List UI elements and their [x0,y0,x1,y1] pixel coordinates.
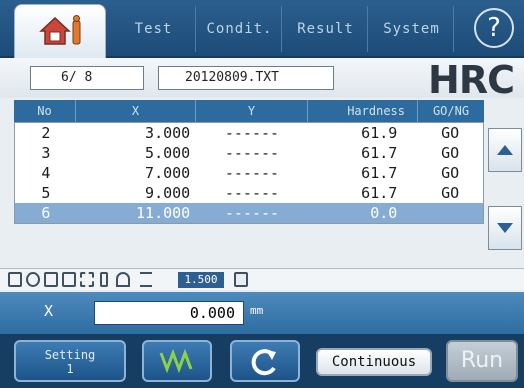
cell-hardness: 61.9 [361,124,398,142]
cell-hardness: 61.7 [361,184,398,202]
table-icon [44,272,58,287]
tab-condit[interactable]: Condit. [198,6,282,52]
col-hardness: Hardness [308,100,418,122]
x-label: X [44,302,54,320]
cell-gong: GO [441,124,460,142]
table-header: No X Y Hardness GO/NG [14,100,484,122]
x-unit: mm [250,304,264,317]
target-icon [26,272,40,287]
waveform-button[interactable] [142,340,212,382]
file-info-row: 6/ 8 20120809.TXT HRC [0,58,524,102]
cell-no: 6 [41,204,51,222]
scroll-down-button[interactable] [488,206,522,250]
table-row[interactable]: 4 7.000 ------ 61.7 GO [15,163,483,183]
table-row[interactable]: 2 3.000 ------ 61.9 GO [15,123,483,143]
home-tab[interactable] [14,4,106,58]
col-no: No [14,100,76,122]
status-row: 1.500 [0,268,524,290]
table-row[interactable]: 3 5.000 ------ 61.7 GO [15,143,483,163]
cell-gong: GO [441,184,460,202]
rotate-icon [251,349,276,376]
tab-system[interactable]: System [370,6,454,52]
x-value-field[interactable]: 0.000 [94,301,244,325]
setting-label: Setting [44,348,96,362]
tab-test[interactable]: Test [112,6,196,52]
cell-no: 4 [41,164,51,182]
lens-icon [116,272,130,287]
help-button[interactable]: ? [474,8,514,48]
rotate-button[interactable] [230,340,300,382]
expand-icon[interactable] [234,272,248,287]
grid-icon [80,272,94,287]
x-position-row: X 0.000 mm [0,292,524,334]
col-gong: GO/NG [432,104,470,118]
top-tab-bar: Test Condit. Result System ? [0,0,524,58]
table-row[interactable]: 5 9.000 ------ 61.7 GO [15,183,483,203]
cell-gong: GO [441,164,460,182]
col-x: X [76,100,196,122]
cell-x: 3.000 [145,124,191,142]
cell-y: ------ [224,144,280,162]
zoom-value: 1.500 [178,272,224,288]
cell-no: 2 [41,124,51,142]
cell-x: 5.000 [145,144,191,162]
table-row-selected[interactable]: 6 11.000 ------ 0.0 [15,203,483,223]
scroll-up-button[interactable] [488,128,522,172]
cell-y: ------ [224,204,280,222]
cell-x: 9.000 [145,184,191,202]
arrow-up-icon [497,145,513,155]
cell-y: ------ [224,184,280,202]
setting-number: 1 [66,362,74,376]
cell-hardness: 61.7 [361,164,398,182]
cell-x: 7.000 [145,164,191,182]
magnification-icon [140,272,152,287]
file-name[interactable]: 20120809.TXT [158,66,334,90]
hardness-scale: HRC [428,58,515,102]
cell-x: 11.000 [136,204,191,222]
cell-gong: GO [441,144,460,162]
stage-icon [8,272,22,287]
printer-icon [62,272,76,287]
tab-result[interactable]: Result [284,6,368,52]
results-table: No X Y Hardness GO/NG 2 3.000 ------ 61.… [14,100,484,224]
continuous-button[interactable]: Continuous [316,348,432,376]
setting-button[interactable]: Setting 1 [14,340,126,382]
run-button[interactable]: Run [446,340,518,382]
home-icon [39,15,81,45]
col-y: Y [196,100,308,122]
cell-no: 5 [41,184,51,202]
cell-hardness: 0.0 [370,204,398,222]
arrow-down-icon [497,223,513,233]
waveform-icon [159,349,193,373]
cell-no: 3 [41,144,51,162]
cell-gong [417,203,483,223]
cell-y: ------ [224,164,280,182]
indenter-icon [100,272,108,287]
file-position: 6/ 8 [30,66,144,90]
cell-y: ------ [224,124,280,142]
cell-hardness: 61.7 [361,144,398,162]
bottom-toolbar: Setting 1 Continuous Run [0,334,524,388]
